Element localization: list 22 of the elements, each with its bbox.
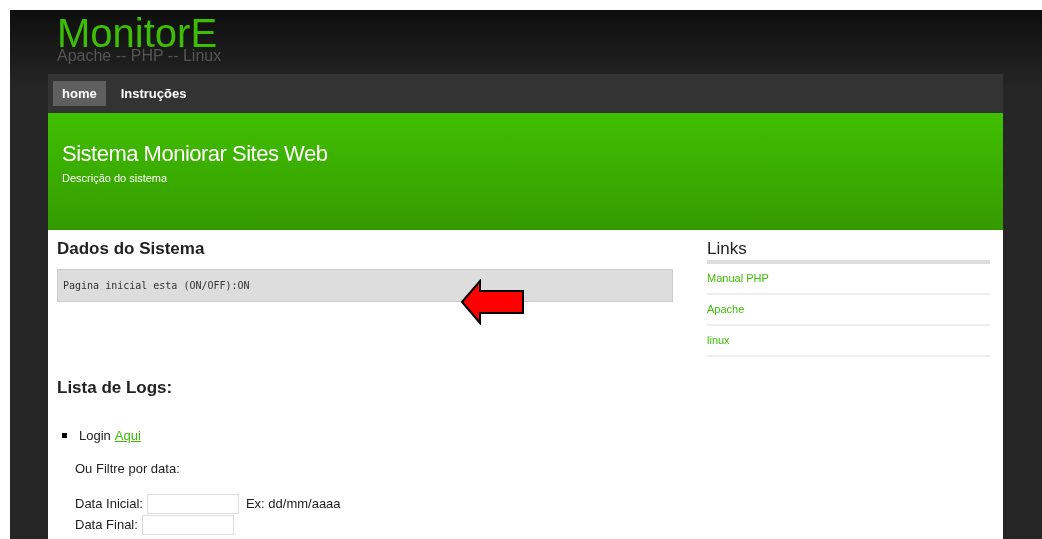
section-heading: Dados do Sistema <box>57 239 206 259</box>
field-label: Data Final: <box>75 517 138 532</box>
log-link[interactable]: Aqui <box>114 428 141 443</box>
field-label: Data Inicial: <box>75 496 143 511</box>
site-tagline: Apache -- PHP -- Linux <box>57 48 222 64</box>
sidebar-link[interactable]: Manual PHP <box>707 264 990 295</box>
nav-tab[interactable]: Instruções <box>111 81 196 106</box>
nav-tab[interactable]: home <box>53 81 106 106</box>
sidebar-link[interactable]: linux <box>707 326 990 357</box>
field-hint: Ex: dd/mm/aaaa <box>245 496 341 511</box>
log-label: Login <box>79 428 111 443</box>
bullet-icon <box>62 433 67 438</box>
banner-title: Sistema Moniorar Sites Web <box>62 141 329 167</box>
section-heading: Lista de Logs: <box>57 378 174 398</box>
banner-subtitle: Descrição do sistema <box>62 172 169 184</box>
status-text: Pagina inicial esta (ON/OFF):ON <box>57 269 673 302</box>
input-field[interactable] <box>141 514 234 535</box>
input-field[interactable] <box>146 493 239 514</box>
sidebar-heading: Links <box>707 239 990 264</box>
sidebar-link[interactable]: Apache <box>707 295 990 326</box>
arrow-icon <box>460 279 526 325</box>
filter-label: Ou Filtre por data: <box>75 461 181 476</box>
